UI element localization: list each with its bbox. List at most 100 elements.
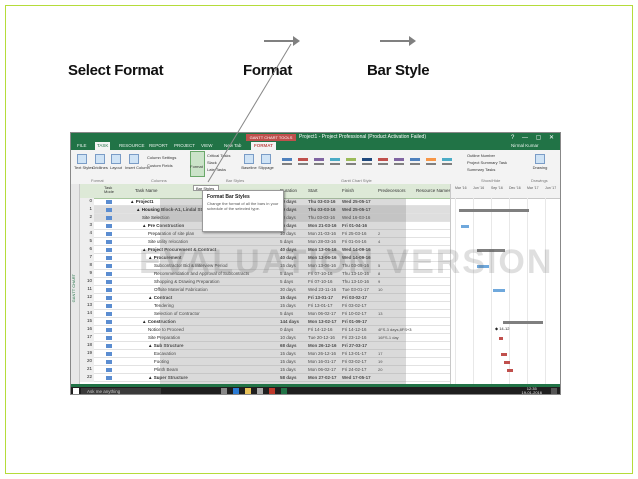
- taskbar-search[interactable]: Ask me anything: [81, 388, 161, 394]
- task-mode-icon: [106, 344, 112, 348]
- late-tasks-checkbox[interactable]: Late Tasks: [207, 167, 226, 172]
- window-title: Project1 - Project Professional (Product…: [299, 134, 426, 140]
- tab-view[interactable]: VIEW: [201, 143, 213, 148]
- row-id: 12: [80, 294, 94, 302]
- edge-icon[interactable]: [233, 388, 239, 394]
- col-start[interactable]: Start: [308, 188, 318, 193]
- project-app-icon[interactable]: [281, 388, 287, 394]
- gantt-style-4[interactable]: [329, 155, 341, 169]
- column-settings-button[interactable]: Column Settings: [147, 155, 176, 160]
- task-mode-icon: [106, 216, 112, 220]
- col-task-name[interactable]: Task Name: [135, 188, 158, 193]
- gantt-style-1[interactable]: [281, 155, 293, 169]
- gantt-style-10[interactable]: [425, 155, 437, 169]
- row-id: 3: [80, 222, 94, 230]
- row-id: 22: [80, 374, 94, 382]
- task-mode-icon: [106, 248, 112, 252]
- layout-button[interactable]: Layout: [109, 154, 123, 170]
- col-finish[interactable]: Finish: [342, 188, 354, 193]
- tab-resource[interactable]: RESOURCE: [119, 143, 145, 148]
- col-resource-names[interactable]: Resource Names: [416, 188, 451, 193]
- tab-format[interactable]: FORMAT: [251, 142, 276, 150]
- group-show-hide: Show/Hide: [481, 178, 501, 183]
- tab-new[interactable]: New Tab: [224, 143, 241, 148]
- baseline-label: Baseline: [241, 165, 257, 170]
- task-mode-icon: [106, 208, 112, 212]
- drawing-label: Drawing: [532, 165, 548, 170]
- gantt-gridline: [491, 198, 492, 384]
- format-dropdown-item[interactable]: Bar Styles: [193, 185, 219, 191]
- gantt-style-3[interactable]: [313, 155, 325, 169]
- gantt-bar[interactable]: [503, 321, 543, 324]
- windows-start-icon[interactable]: [73, 388, 79, 394]
- task-mode-icon: [106, 360, 112, 364]
- gantt-style-11[interactable]: [441, 155, 453, 169]
- task-mode-icon: [106, 312, 112, 316]
- window-controls[interactable]: ? — ▢ ✕: [511, 134, 557, 141]
- notification-icon[interactable]: [551, 388, 557, 394]
- row-id: 11: [80, 286, 94, 294]
- insert-column-button[interactable]: Insert Column: [125, 154, 150, 170]
- col-predecessors[interactable]: Predecessors: [378, 188, 406, 193]
- gantt-style-5[interactable]: [345, 155, 357, 169]
- gantt-timescale: Mar '16 Jun '16 Sep '16 Dec '16 Mar '17 Jun '…: [451, 184, 560, 199]
- timescale-label: Mar '17: [527, 186, 539, 190]
- slack-checkbox[interactable]: Slack: [207, 160, 217, 165]
- project-summary-checkbox[interactable]: Project Summary Task: [467, 160, 507, 165]
- title-bar: GANTT CHART TOOLS Project1 - Project Pro…: [71, 133, 560, 142]
- gantt-bar[interactable]: [461, 225, 469, 228]
- store-icon[interactable]: [257, 388, 263, 394]
- baseline-icon: [244, 154, 254, 164]
- format-button[interactable]: Format: [189, 164, 204, 169]
- caption-format: Format: [243, 62, 293, 79]
- gantt-bar[interactable]: [493, 289, 505, 292]
- text-styles-button[interactable]: Text Styles: [74, 154, 93, 170]
- gantt-bar[interactable]: [504, 361, 510, 364]
- row-id: 1: [80, 206, 94, 214]
- view-sidebar: GANTT CHART: [71, 184, 80, 384]
- summary-tasks-checkbox[interactable]: Summary Tasks: [467, 167, 495, 172]
- gridlines-button[interactable]: Gridlines: [91, 154, 109, 170]
- task-view-icon[interactable]: [221, 388, 227, 394]
- explorer-icon[interactable]: [245, 388, 251, 394]
- gantt-gridline: [509, 198, 510, 384]
- gantt-bar[interactable]: [459, 209, 529, 212]
- tab-file[interactable]: FILE: [77, 143, 87, 148]
- group-format: Format: [91, 178, 104, 183]
- tab-project[interactable]: PROJECT: [174, 143, 195, 148]
- row-id: 7: [80, 254, 94, 262]
- tab-report[interactable]: REPORT: [149, 143, 168, 148]
- slippage-button[interactable]: Slippage: [258, 154, 274, 170]
- outline-number-checkbox[interactable]: Outline Number: [467, 153, 495, 158]
- tab-task[interactable]: TASK: [95, 142, 111, 150]
- critical-tasks-checkbox[interactable]: Critical Tasks: [207, 153, 231, 158]
- gantt-gridline: [527, 198, 528, 384]
- group-bar-styles: Bar Styles: [226, 178, 245, 183]
- taskbar-clock[interactable]: 12:35 19-01-2016: [522, 387, 542, 395]
- slippage-label: Slippage: [258, 165, 274, 170]
- media-icon[interactable]: [269, 388, 275, 394]
- gantt-bar[interactable]: [501, 353, 507, 356]
- task-mode-icon: [106, 376, 112, 380]
- timescale-label: Dec '16: [509, 186, 521, 190]
- baseline-button[interactable]: Baseline: [241, 154, 257, 170]
- drawing-button[interactable]: Drawing: [531, 154, 549, 170]
- task-mode-icon: [106, 304, 112, 308]
- windows-taskbar: Ask me anything 12:35 19-01-2016: [71, 387, 560, 395]
- project-screenshot: GANTT CHART TOOLS Project1 - Project Pro…: [70, 132, 561, 395]
- task-mode-icon: [106, 272, 112, 276]
- gantt-style-2[interactable]: [297, 155, 309, 169]
- layout-label: Layout: [109, 165, 122, 170]
- gantt-style-7[interactable]: [377, 155, 389, 169]
- gantt-bar[interactable]: [499, 337, 503, 340]
- gantt-style-9[interactable]: [409, 155, 421, 169]
- col-mode[interactable]: Task Mode: [104, 186, 120, 194]
- custom-fields-button[interactable]: Custom Fields: [147, 163, 173, 168]
- gantt-bar[interactable]: [507, 369, 513, 372]
- gridlines-icon: [95, 154, 105, 164]
- row-id: 16: [80, 326, 94, 334]
- gantt-style-8[interactable]: [393, 155, 405, 169]
- view-label: GANTT CHART: [71, 274, 76, 303]
- gantt-style-6[interactable]: [361, 155, 373, 169]
- gantt-chart: Mar '16 Jun '16 Sep '16 Dec '16 Mar '17 Jun '…: [450, 184, 560, 384]
